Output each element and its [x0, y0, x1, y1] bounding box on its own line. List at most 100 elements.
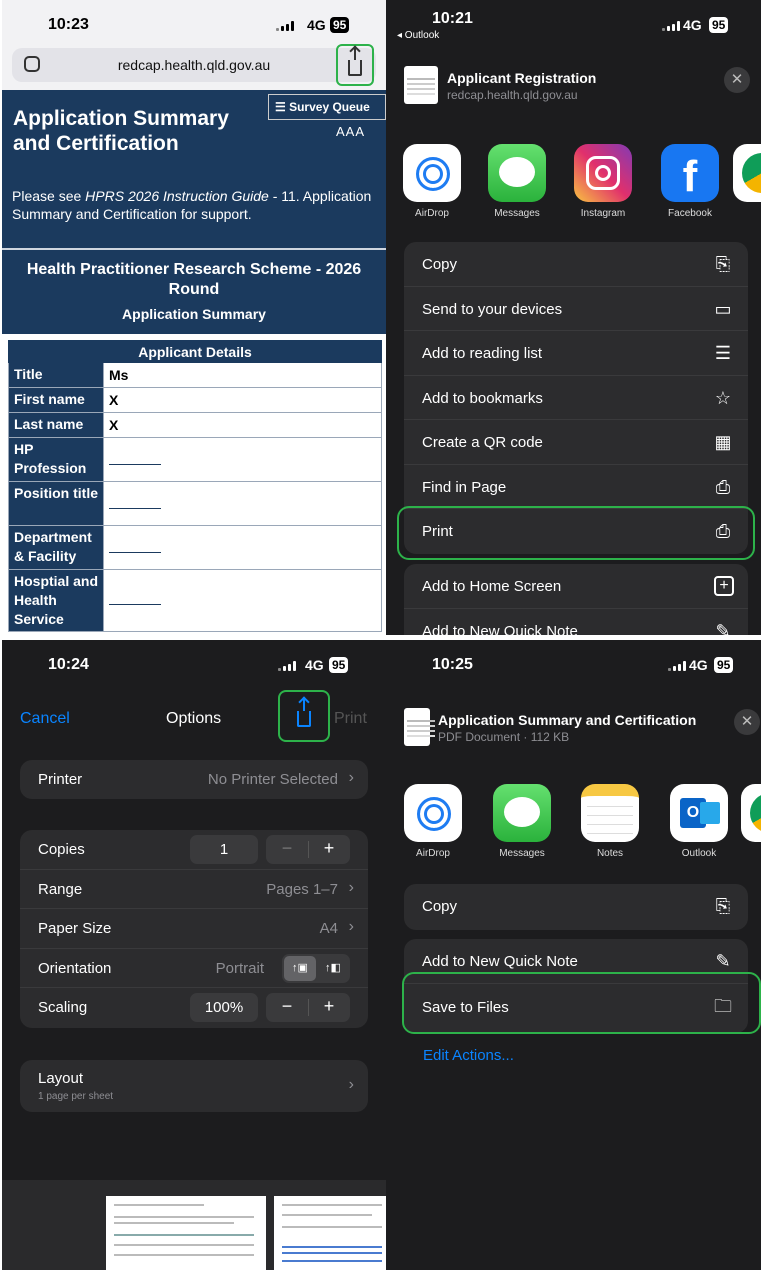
field-value[interactable]	[103, 569, 382, 632]
share-header: Applicant Registration redcap.health.qld…	[386, 56, 761, 118]
address-bar[interactable]: redcap.health.qld.gov.au	[12, 48, 376, 82]
paper-size-row[interactable]: Paper Size A4 ›	[20, 909, 368, 949]
field-value[interactable]	[103, 437, 382, 482]
app-outlook[interactable]: Outlook	[659, 784, 739, 859]
field-label: First name	[8, 387, 104, 413]
action-home-screen[interactable]: Add to Home Screen +	[404, 564, 748, 609]
print-button[interactable]: Print	[334, 710, 367, 728]
scheme-subheading: Application Summary	[122, 306, 266, 322]
app-label: AirDrop	[416, 848, 450, 859]
copies-field[interactable]: 1	[190, 835, 258, 864]
field-value[interactable]	[103, 481, 382, 526]
close-button[interactable]: ✕	[734, 709, 760, 735]
field-value[interactable]: Ms	[103, 362, 382, 388]
empty-field-line	[109, 508, 161, 509]
minus-icon[interactable]: −	[266, 838, 308, 859]
app-label: Messages	[494, 208, 540, 219]
action-qr-code[interactable]: Create a QR code ▦	[404, 420, 748, 465]
app-row: AirDrop Messages Instagram f Facebook C	[386, 144, 761, 234]
layout-row[interactable]: Layout 1 page per sheet ›	[20, 1060, 368, 1112]
share-button[interactable]	[278, 690, 330, 742]
applicant-form: Applicant Details Title Ms First name X La…	[2, 334, 386, 635]
row-label: Range	[38, 880, 83, 898]
row-label: Printer	[38, 771, 83, 788]
app-notes[interactable]: Notes	[570, 784, 650, 859]
share-icon	[348, 48, 362, 76]
field-label: Title	[8, 362, 104, 388]
app-chrome[interactable]: C	[722, 144, 761, 219]
title-line: and Certification	[13, 132, 179, 155]
row-label: Paper Size	[38, 920, 112, 937]
app-facebook[interactable]: f Facebook	[650, 144, 730, 219]
messages-icon	[488, 144, 546, 202]
url-text[interactable]: redcap.health.qld.gov.au	[12, 57, 376, 73]
app-chrome[interactable]: C	[730, 784, 761, 859]
action-label: Copy	[422, 256, 458, 273]
orientation-toggle[interactable]: ↑▣ ↑◧	[282, 953, 350, 983]
app-label: Notes	[596, 848, 624, 859]
share-sheet-screen: 10:21 ◂ Outlook 4G 95 Applicant Registra…	[386, 0, 761, 635]
instruction-note: Please see HPRS 2026 Instruction Guide -…	[12, 187, 382, 223]
divider	[2, 248, 386, 250]
action-bookmarks[interactable]: Add to bookmarks ☆	[404, 376, 748, 420]
field-value[interactable]: X	[103, 387, 382, 413]
copies-stepper[interactable]: − +	[266, 835, 350, 864]
app-messages[interactable]: Messages	[482, 784, 562, 859]
back-to-app[interactable]: ◂ Outlook	[397, 30, 439, 41]
action-find-in-page[interactable]: Find in Page ⎙	[404, 465, 748, 509]
action-quick-note[interactable]: Add to New Quick Note ✎	[404, 609, 748, 636]
range-row[interactable]: Range Pages 1–7 ›	[20, 870, 368, 909]
action-send-devices[interactable]: Send to your devices ▭	[404, 287, 748, 331]
app-row: AirDrop Messages Notes Outlook C	[386, 784, 761, 874]
messages-icon	[493, 784, 551, 842]
action-label: Add to New Quick Note	[422, 622, 578, 636]
survey-queue-link[interactable]: ☰ Survey Queue	[268, 94, 386, 120]
reading-list-icon: ☰	[714, 343, 732, 363]
quick-note-icon: ✎	[715, 951, 731, 971]
page-preview[interactable]	[106, 1196, 266, 1270]
share-button[interactable]	[336, 44, 374, 86]
page-title: Application Summary and Certification	[13, 106, 253, 156]
minus-icon[interactable]: −	[266, 996, 308, 1017]
add-glyph: +	[719, 577, 729, 594]
save-files-highlight	[402, 972, 761, 1034]
plus-icon[interactable]: +	[308, 838, 350, 859]
close-button[interactable]: ✕	[724, 67, 750, 93]
print-settings-group: Copies 1 − + Range Pages 1–7 › Paper Size A4…	[20, 830, 368, 1028]
plus-icon[interactable]: +	[308, 996, 350, 1017]
action-label: Add to reading list	[422, 345, 543, 362]
edit-actions-link[interactable]: Edit Actions...	[423, 1047, 514, 1064]
row-sublabel: 1 page per sheet	[38, 1091, 114, 1102]
signal-icon	[668, 661, 686, 671]
action-reading-list[interactable]: Add to reading list ☰	[404, 331, 748, 376]
row-label: Orientation	[38, 959, 112, 977]
action-label: Add to Home Screen	[422, 578, 562, 595]
landscape-icon[interactable]: ↑◧	[316, 957, 350, 979]
field-value[interactable]: X	[103, 412, 382, 438]
page-preview[interactable]	[274, 1196, 386, 1270]
quick-note-icon: ✎	[715, 620, 731, 636]
text-size-control[interactable]: AAA	[336, 124, 365, 139]
portrait-icon[interactable]: ↑▣	[284, 955, 316, 981]
app-airdrop[interactable]: AirDrop	[392, 144, 472, 219]
app-label: Facebook	[668, 208, 712, 219]
printer-group: Printer No Printer Selected ›	[20, 760, 368, 799]
app-label: C	[722, 208, 761, 219]
row-label: Copies	[38, 841, 85, 858]
action-copy[interactable]: Copy ⎘	[404, 242, 748, 287]
field-value[interactable]	[103, 525, 382, 570]
network-type: 4G	[307, 17, 326, 33]
app-instagram[interactable]: Instagram	[563, 144, 643, 219]
action-copy[interactable]: Copy ⎘	[404, 884, 748, 929]
cancel-button[interactable]: Cancel	[20, 710, 70, 728]
pdf-share-screen: 10:25 4G 95 Application Summary and Cert…	[386, 640, 761, 1270]
printer-row[interactable]: Printer No Printer Selected ›	[20, 760, 368, 799]
scaling-field[interactable]: 100%	[190, 993, 258, 1022]
status-time: 10:24	[48, 656, 89, 673]
table-header: Applicant Details	[8, 340, 382, 363]
app-airdrop[interactable]: AirDrop	[393, 784, 473, 859]
scaling-stepper[interactable]: − +	[266, 993, 350, 1022]
signal-icon	[278, 661, 296, 671]
scheme-banner: Health Practitioner Research Scheme - 20…	[2, 252, 386, 334]
app-messages[interactable]: Messages	[477, 144, 557, 219]
